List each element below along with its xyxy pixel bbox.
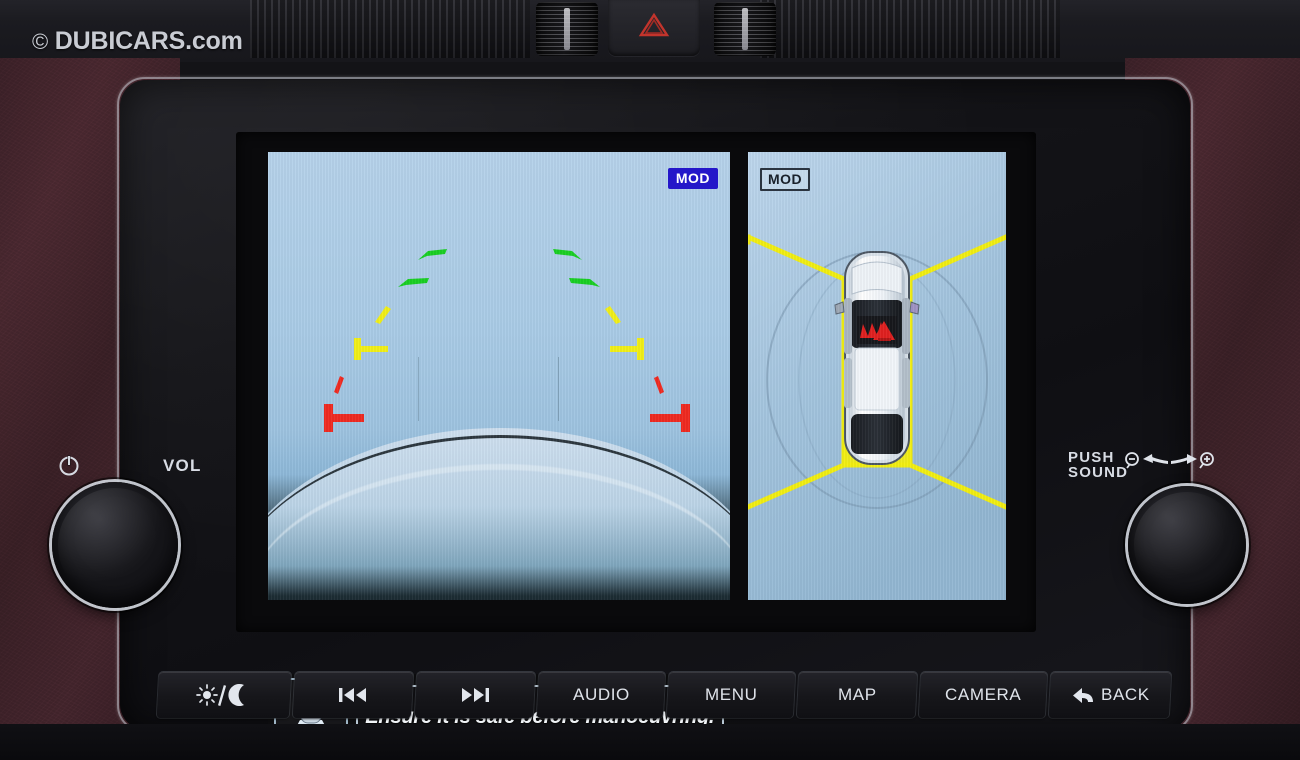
sound-label: SOUND xyxy=(1068,464,1129,481)
hazard-triangle-icon xyxy=(638,12,670,37)
audio-button-label: AUDIO xyxy=(572,685,630,704)
guide-marker-far-right-2 xyxy=(566,275,602,291)
around-view-graphic xyxy=(748,152,1006,600)
vent-wheel-marker-icon xyxy=(742,8,748,50)
previous-track-button[interactable] xyxy=(292,672,414,718)
vent-wheel-marker-icon xyxy=(564,8,570,50)
map-button[interactable]: MAP xyxy=(796,672,918,718)
watermark: © DUBICARS.com xyxy=(32,27,243,56)
zoom-out-icon xyxy=(1125,452,1139,469)
guide-marker-near-right-1 xyxy=(652,374,666,394)
air-vent-left xyxy=(250,0,530,58)
rear-camera-view[interactable]: MOD xyxy=(268,152,730,600)
guide-marker-near-left-2 xyxy=(314,402,366,434)
guide-marker-near-right-2 xyxy=(648,402,700,434)
lower-dashboard-trim xyxy=(0,724,1300,760)
map-button-label: MAP xyxy=(837,685,877,704)
copyright-symbol: © xyxy=(32,29,49,54)
sun-moon-icon xyxy=(196,684,244,706)
camera-button[interactable]: CAMERA xyxy=(918,672,1048,718)
back-button-label: BACK xyxy=(1100,685,1150,704)
around-view-monitor[interactable]: MOD xyxy=(748,152,1006,600)
mod-badge-rear[interactable]: MOD xyxy=(667,168,718,189)
mod-badge-around-view[interactable]: MOD xyxy=(760,168,811,191)
guide-marker-mid-left-2 xyxy=(344,336,390,362)
infotainment-screenshot: © DUBICARS.com MOD MOD VOL PUSH SOUND AU… xyxy=(0,0,1300,760)
hazard-light-button[interactable] xyxy=(608,0,700,56)
vent-control-wheel-right[interactable] xyxy=(714,2,776,56)
volume-label: VOL xyxy=(163,456,202,475)
day-night-button[interactable] xyxy=(156,672,292,718)
menu-button[interactable]: MENU xyxy=(666,672,796,718)
guide-marker-mid-right-2 xyxy=(608,336,654,362)
vent-slats-icon xyxy=(760,0,1060,58)
arrow-left-icon xyxy=(1143,454,1168,464)
air-vent-right xyxy=(760,0,1060,58)
vent-slats-icon xyxy=(250,0,530,58)
push-label: PUSH xyxy=(1068,449,1115,466)
menu-button-label: MENU xyxy=(704,685,758,704)
camera-button-label: CAMERA xyxy=(944,685,1022,704)
guide-marker-mid-left-1 xyxy=(372,304,394,324)
volume-knob[interactable] xyxy=(52,482,178,608)
back-button[interactable]: BACK xyxy=(1048,672,1172,718)
bumper-seam xyxy=(418,357,419,421)
hardware-button-bar: AUDIO MENU MAP CAMERA BACK xyxy=(156,672,1172,720)
guide-marker-near-left-1 xyxy=(332,374,346,394)
guide-marker-mid-right-1 xyxy=(602,304,624,324)
next-track-button[interactable] xyxy=(414,672,536,718)
power-icon xyxy=(59,455,79,476)
moving-object-detection-icon xyxy=(857,316,897,344)
watermark-text: DUBICARS.com xyxy=(54,27,243,55)
guide-marker-far-right-1 xyxy=(550,247,584,263)
push-sound-label: PUSH SOUND xyxy=(1068,450,1128,480)
arrow-right-icon xyxy=(1171,454,1197,464)
bumper-seam xyxy=(558,357,559,421)
audio-button[interactable]: AUDIO xyxy=(536,672,666,718)
next-track-icon xyxy=(462,688,489,702)
zoom-controls-icons xyxy=(1125,452,1214,469)
vent-control-wheel-left[interactable] xyxy=(536,2,598,56)
back-arrow-icon xyxy=(1072,688,1093,703)
zoom-in-icon xyxy=(1199,452,1214,469)
guide-marker-far-left-2 xyxy=(396,275,432,291)
sound-knob[interactable] xyxy=(1128,486,1246,604)
previous-track-icon xyxy=(339,688,366,702)
guide-marker-far-left-1 xyxy=(416,247,450,263)
